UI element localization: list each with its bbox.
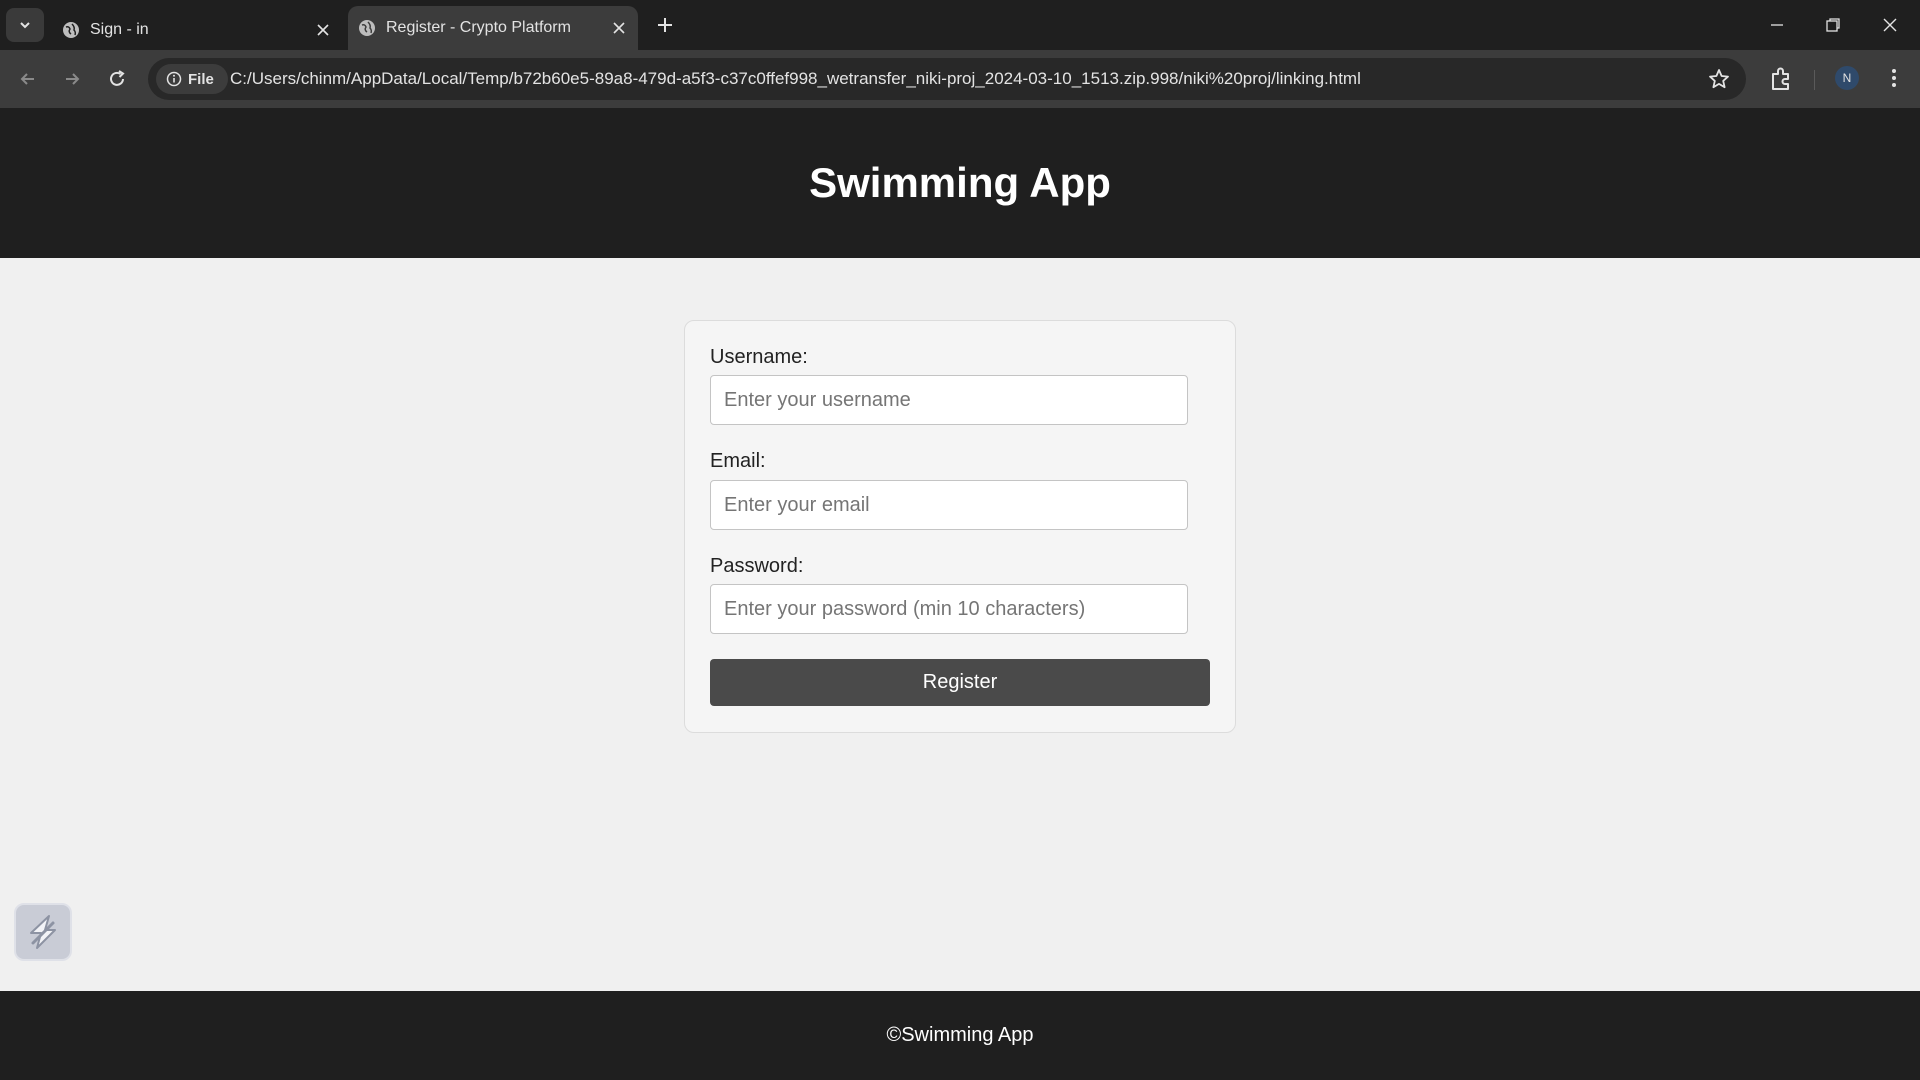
close-icon: [1883, 18, 1897, 32]
extensions-puzzle-icon[interactable]: [1768, 65, 1794, 93]
back-button[interactable]: [14, 65, 42, 93]
bookmark-star-icon[interactable]: [1708, 68, 1730, 90]
close-tab-icon[interactable]: [612, 21, 626, 35]
register-button[interactable]: Register: [710, 659, 1210, 706]
globe-icon: [359, 20, 375, 36]
toolbar-separator: [1814, 70, 1815, 90]
new-tab-button[interactable]: [652, 12, 678, 38]
email-input[interactable]: [710, 480, 1188, 530]
close-tab-icon[interactable]: [316, 23, 330, 37]
registration-form: Username: Email: Password: Register: [684, 320, 1236, 733]
restore-button[interactable]: [1820, 12, 1846, 38]
footer-copyright: ©Swimming App: [886, 1024, 1034, 1046]
arrow-right-icon: [66, 73, 80, 85]
minimize-button[interactable]: [1764, 12, 1790, 38]
site-title: Swimming App: [809, 159, 1111, 206]
address-bar[interactable]: File C:/Users/chinm/AppData/Local/Temp/b…: [148, 58, 1746, 100]
username-input[interactable]: [710, 375, 1188, 425]
info-icon: [166, 71, 182, 87]
lightning-bolt-icon: [30, 915, 56, 949]
profile-avatar[interactable]: N: [1835, 66, 1859, 90]
email-label: Email:: [710, 450, 766, 472]
tab-title: Sign - in: [90, 20, 149, 38]
password-input[interactable]: [710, 584, 1188, 634]
site-header: Swimming App: [0, 108, 1920, 258]
browser-menu-button[interactable]: [1882, 64, 1906, 92]
username-label: Username:: [710, 346, 808, 368]
restore-icon: [1826, 18, 1840, 32]
forward-button[interactable]: [58, 65, 86, 93]
browser-tabstrip: Sign - in Register - Crypto Platform: [0, 0, 1920, 50]
arrow-left-icon: [20, 73, 34, 85]
browser-toolbar: File C:/Users/chinm/AppData/Local/Temp/b…: [0, 50, 1920, 108]
chip-label: File: [188, 70, 214, 88]
password-label: Password:: [710, 555, 804, 577]
tab-search-button[interactable]: [6, 8, 44, 42]
reload-button[interactable]: [103, 65, 131, 93]
minimize-icon: [1771, 24, 1783, 26]
site-info-chip[interactable]: File: [156, 64, 228, 94]
plus-icon: [658, 18, 672, 32]
kebab-menu-icon: [1892, 69, 1896, 87]
url-text[interactable]: C:/Users/chinm/AppData/Local/Temp/b72b60…: [230, 69, 1361, 89]
close-window-button[interactable]: [1877, 12, 1903, 38]
tab-title: Register - Crypto Platform: [386, 19, 571, 36]
reload-icon: [110, 70, 125, 86]
globe-icon: [63, 21, 79, 38]
floating-assistant-button[interactable]: [14, 903, 72, 961]
tab-register[interactable]: Register - Crypto Platform: [348, 6, 638, 50]
site-footer: ©Swimming App: [0, 991, 1920, 1080]
chevron-down-icon: [20, 22, 30, 29]
tab-sign-in[interactable]: Sign - in: [52, 9, 342, 50]
